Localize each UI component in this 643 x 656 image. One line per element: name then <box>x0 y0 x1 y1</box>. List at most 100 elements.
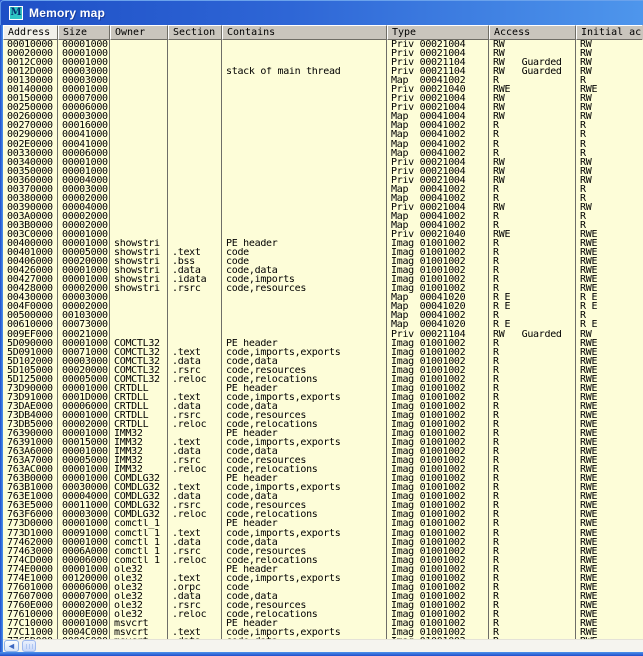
table-row[interactable]: 774630000006A000comctl_1.rsrccode,resour… <box>3 547 643 556</box>
table-row[interactable]: 0037000000003000Map 00041002RR <box>3 185 643 194</box>
table-row[interactable]: 763A600000001000IMM32.datacode,dataImag … <box>3 447 643 456</box>
table-row[interactable]: 0014000000001000Priv 00021040RWERWE <box>3 85 643 94</box>
table-row[interactable]: 7639100000015000IMM32.textcode,imports,e… <box>3 438 643 447</box>
cell-size: 00001000 <box>58 519 110 528</box>
cell-size: 00002000 <box>58 194 110 203</box>
table-row[interactable]: 0038000000002000Map 00041002RR <box>3 194 643 203</box>
column-header-section[interactable]: Section <box>168 25 222 40</box>
table-row[interactable]: 773D100000091000comctl_1.textcode,import… <box>3 529 643 538</box>
table-row[interactable]: 763F600000003000COMDLG32.reloccode,reloc… <box>3 510 643 519</box>
table-row[interactable]: 763A700000005000IMM32.rsrccode,resources… <box>3 456 643 465</box>
table-row[interactable]: 73DB400000001000CRTDLL.rsrccode,resource… <box>3 411 643 420</box>
table-row[interactable]: 7746200000001000comctl_1.datacode,dataIm… <box>3 538 643 547</box>
table-row[interactable]: 0026000000003000Map 00041004RWRW <box>3 112 643 121</box>
cell-size: 00016000 <box>58 121 110 130</box>
table-row[interactable]: 0061000000073000Map 00041020R ER E <box>3 320 643 329</box>
table-row[interactable]: 0040600000020000showstri.bsscodeImag 010… <box>3 257 643 266</box>
table-row[interactable]: 0025000000006000Priv 00021004RWRW <box>3 103 643 112</box>
column-header-initial-acc[interactable]: Initial acc <box>576 25 642 40</box>
table-row[interactable]: 0034000000001000Priv 00021004RWRW <box>3 158 643 167</box>
table-row[interactable]: 774CD00000006000comctl_1.reloccode,reloc… <box>3 556 643 565</box>
cell-section: .data <box>168 492 222 501</box>
cell-size: 00001000 <box>58 465 110 474</box>
cell-initial-acc: RWE <box>576 529 642 538</box>
table-row[interactable]: 5D10200000003000COMCTL32.datacode,dataIm… <box>3 357 643 366</box>
cell-owner: COMCTL32 <box>110 348 168 357</box>
table-row[interactable]: 5D09100000071000COMCTL32.textcode,import… <box>3 348 643 357</box>
table-row[interactable]: 004F000000002000Map 00041020R ER E <box>3 302 643 311</box>
table-row[interactable]: 0042800000002000showstri.rsrccode,resour… <box>3 284 643 293</box>
cell-address: 773D1000 <box>3 529 58 538</box>
cell-owner <box>110 230 168 239</box>
table-row[interactable]: 773D000000001000comctl_1PE headerImag 01… <box>3 519 643 528</box>
table-row[interactable]: 763AC00000001000IMM32.reloccode,relocati… <box>3 465 643 474</box>
table-row[interactable]: 002E000000041000Map 00041002RR <box>3 140 643 149</box>
table-row[interactable]: 0042600000001000showstri.datacode,dataIm… <box>3 266 643 275</box>
table-row[interactable]: 0042700000001000showstri.idatacode,impor… <box>3 275 643 284</box>
table-row[interactable]: 0035000000001000Priv 00021004RWRW <box>3 167 643 176</box>
table-row[interactable]: 77C1000000001000msvcrtPE headerImag 0100… <box>3 619 643 628</box>
table-row[interactable]: 7760700000007000ole32.datacode,dataImag … <box>3 592 643 601</box>
column-header-contains[interactable]: Contains <box>222 25 387 40</box>
table-row[interactable]: 0050000000103000Map 00041002RR <box>3 311 643 320</box>
scroll-left-button[interactable]: ◄ <box>4 640 19 652</box>
table-row[interactable]: 0012D00000003000stack of main threadPriv… <box>3 67 643 76</box>
horizontal-scrollbar[interactable]: ◄ <box>3 639 643 652</box>
table-row[interactable]: 003C000000001000Priv 00021040RWERWE <box>3 230 643 239</box>
table-row[interactable]: 003B000000002000Map 00041002RR <box>3 221 643 230</box>
column-header-size[interactable]: Size <box>58 25 110 40</box>
table-row[interactable]: 7760E00000002000ole32.rsrccode,resources… <box>3 601 643 610</box>
table-row[interactable]: 0027000000016000Map 00041002RR <box>3 121 643 130</box>
table-row[interactable]: 0013000000003000Map 00041002RR <box>3 76 643 85</box>
table-row[interactable]: 0043000000003000Map 00041020R ER E <box>3 293 643 302</box>
table-row[interactable]: 0040100000005000showstri.textcodeImag 01… <box>3 248 643 257</box>
cell-owner <box>110 167 168 176</box>
cell-contains <box>222 320 387 329</box>
cell-access: R <box>489 519 576 528</box>
title-bar[interactable]: M Memory map <box>0 0 643 25</box>
table-row[interactable]: 0036000000004000Priv 00021004RWRW <box>3 176 643 185</box>
column-header-access[interactable]: Access <box>489 25 576 40</box>
table-row[interactable]: 763E100000004000COMDLG32.datacode,dataIm… <box>3 492 643 501</box>
table-row[interactable]: 0012C00000001000Priv 00021104RW GuardedR… <box>3 58 643 67</box>
cell-access: R <box>489 393 576 402</box>
table-row[interactable]: 5D10500000020000COMCTL32.rsrccode,resour… <box>3 366 643 375</box>
table-row[interactable]: 77C110000004C000msvcrt.textcode,imports,… <box>3 628 643 637</box>
table-row[interactable]: 0002000000001000Priv 00021004RWRW <box>3 49 643 58</box>
table-row[interactable]: 73D910000001D000CRTDLL.textcode,imports,… <box>3 393 643 402</box>
column-header-address[interactable]: Address <box>3 25 58 40</box>
table-row[interactable]: 5D12500000005000COMCTL32.reloccode,reloc… <box>3 375 643 384</box>
table-row[interactable]: 763B100000030000COMDLG32.textcode,import… <box>3 483 643 492</box>
column-header-owner[interactable]: Owner <box>110 25 168 40</box>
cell-initial-acc: RWE <box>576 628 642 637</box>
cell-contains <box>222 230 387 239</box>
table-row[interactable]: 0001000000001000Priv 00021004RWRW <box>3 40 643 49</box>
cell-size: 00004000 <box>58 492 110 501</box>
scrollbar-thumb[interactable] <box>22 640 36 652</box>
table-row[interactable]: 0029000000041000Map 00041002RR <box>3 130 643 139</box>
cell-type: Imag 01001002 <box>387 266 489 275</box>
table-row[interactable]: 776100000000E000ole32.reloccode,relocati… <box>3 610 643 619</box>
cell-access: R <box>489 311 576 320</box>
table-row[interactable]: 5D09000000001000COMCTL32PE headerImag 01… <box>3 339 643 348</box>
table-row[interactable]: 0040000000001000showstriPE headerImag 01… <box>3 239 643 248</box>
table-row[interactable]: 009EF00000021000Priv 00021104RW GuardedR… <box>3 330 643 339</box>
table-row[interactable]: 774E000000001000ole32PE headerImag 01001… <box>3 565 643 574</box>
table-row[interactable]: 7639000000001000IMM32PE headerImag 01001… <box>3 429 643 438</box>
table-row[interactable]: 0033000000006000Map 00041002RR <box>3 149 643 158</box>
table-row[interactable]: 003A000000002000Map 00041002RR <box>3 212 643 221</box>
cell-contains: code,resources <box>222 501 387 510</box>
table-row[interactable]: 73DB500000002000CRTDLL.reloccode,relocat… <box>3 420 643 429</box>
table-row[interactable]: 763B000000001000COMDLG32PE headerImag 01… <box>3 474 643 483</box>
cell-initial-acc: RWE <box>576 339 642 348</box>
column-header-type[interactable]: Type <box>387 25 489 40</box>
cell-section <box>168 474 222 483</box>
table-row[interactable]: 774E100000120000ole32.textcode,imports,e… <box>3 574 643 583</box>
table-row[interactable]: 73D9000000001000CRTDLLPE headerImag 0100… <box>3 384 643 393</box>
table-row[interactable]: 0015000000007000Priv 00021004RWRW <box>3 94 643 103</box>
table-row[interactable]: 763E500000011000COMDLG32.rsrccode,resour… <box>3 501 643 510</box>
table-row[interactable]: 0039000000004000Priv 00021004RWRW <box>3 203 643 212</box>
table-row[interactable]: 7760100000006000ole32.orpccodeImag 01001… <box>3 583 643 592</box>
cell-contains <box>222 176 387 185</box>
table-row[interactable]: 73DAE00000006000CRTDLL.datacode,dataImag… <box>3 402 643 411</box>
